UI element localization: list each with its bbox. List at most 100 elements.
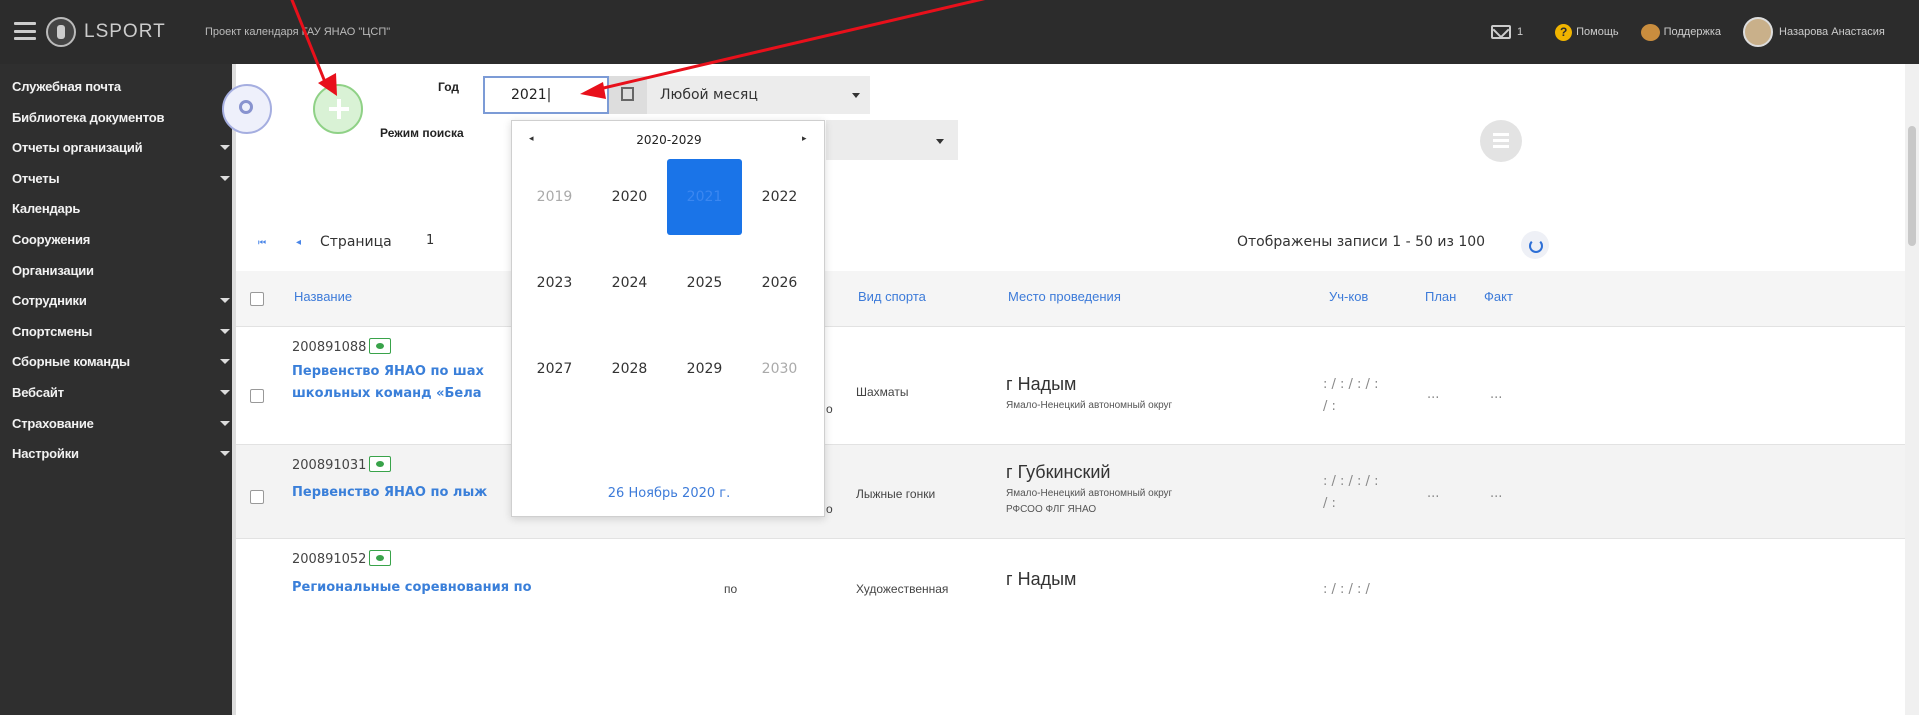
year-cell[interactable]: 2025 [667, 245, 742, 321]
sidebar-item[interactable]: Служебная почта [0, 71, 232, 102]
table-row[interactable]: 200891052 Региональные соревнования по п… [236, 539, 1905, 715]
column-header-plan[interactable]: План [1425, 289, 1456, 304]
sidebar-item[interactable]: Спортсмены [0, 316, 232, 347]
truncated-cell: о [826, 402, 833, 416]
table-row[interactable]: 200891088 Первенство ЯНАО по шах школьных… [236, 327, 1905, 445]
avatar[interactable] [1743, 17, 1773, 47]
caret-down-icon [220, 145, 230, 151]
year-cell-label: 2024 [611, 275, 648, 291]
help-link[interactable]: Помощь [1576, 26, 1619, 38]
sidebar-item-label: Спортсмены [12, 323, 93, 339]
search-button[interactable] [222, 84, 272, 134]
logo-text[interactable]: LSPORT [84, 21, 166, 43]
sidebar-item[interactable]: Организации [0, 255, 232, 286]
refresh-icon[interactable] [1521, 231, 1549, 259]
caret-down-icon [220, 451, 230, 457]
calendar-button[interactable] [609, 76, 647, 114]
today-link[interactable]: 26 Ноябрь 2020 г. [512, 486, 826, 501]
view-eye-icon[interactable] [369, 456, 392, 472]
truncated-cell: по [724, 582, 738, 596]
user-name[interactable]: Назарова Анастасия [1779, 26, 1919, 38]
sidebar-item[interactable]: Отчеты [0, 163, 232, 194]
year-cell[interactable]: 2028 [592, 331, 667, 407]
sidebar-item[interactable]: Вебсайт [0, 377, 232, 408]
row-checkbox[interactable] [250, 490, 264, 504]
year-cell-label: 2021 [686, 189, 723, 205]
table-row[interactable]: 200891031 Первенство ЯНАО по лыж о Лыжны… [236, 445, 1905, 539]
sidebar-item[interactable]: Сооружения [0, 224, 232, 255]
month-select-value: Любой месяц [660, 87, 758, 103]
calendar-icon [621, 87, 634, 101]
hamburger-menu-icon[interactable] [14, 22, 36, 40]
column-header-name[interactable]: Название [294, 289, 352, 304]
year-label: Год [438, 80, 459, 94]
sport-cell: Лыжные гонки [856, 487, 936, 501]
event-name-link[interactable]: Первенство ЯНАО по лыж [292, 482, 487, 504]
first-page-icon[interactable]: ⏮ [258, 238, 266, 248]
year-cell[interactable]: 2022 [742, 159, 817, 235]
support-link[interactable]: Поддержка [1664, 26, 1721, 38]
grid-header: Название Вид спорта Место проведения Уч-… [236, 271, 1905, 327]
page-number-input[interactable]: 1 [426, 233, 434, 248]
select-all-checkbox[interactable] [250, 292, 264, 306]
sidebar-item-label: Настройки [12, 446, 79, 462]
support-icon[interactable] [1640, 23, 1660, 41]
sidebar: Служебная почта Библиотека документов Отче… [0, 64, 232, 715]
year-cell[interactable]: 2030 [742, 331, 817, 407]
caret-down-icon [220, 175, 230, 181]
column-header-sport[interactable]: Вид спорта [858, 289, 926, 304]
month-select[interactable]: Любой месяц [647, 76, 870, 114]
year-cell[interactable]: 2023 [517, 245, 592, 321]
next-decade-icon[interactable]: ▸ [802, 134, 807, 144]
year-cell[interactable]: 2019 [517, 159, 592, 235]
year-cell-label: 2029 [686, 361, 723, 377]
project-title: Проект календаря ГАУ ЯНАО "ЦСП" [205, 26, 391, 38]
page-label: Страница [320, 234, 392, 250]
top-right-toolbar: 1 ? Помощь Поддержка Назарова Анастасия [1490, 0, 1919, 64]
sidebar-item[interactable]: Отчеты организаций [0, 132, 232, 163]
event-name-link[interactable]: Первенство ЯНАО по шах школьных команд «Б… [292, 361, 484, 405]
chevron-down-icon [936, 139, 944, 144]
year-cell[interactable]: 2024 [592, 245, 667, 321]
mail-count-badge[interactable]: 1 [1517, 26, 1523, 38]
scrollbar-thumb[interactable] [1908, 126, 1916, 246]
help-icon[interactable]: ? [1555, 23, 1573, 41]
decade-range[interactable]: 2020-2029 [512, 133, 826, 147]
add-button[interactable] [313, 84, 363, 134]
row-checkbox[interactable] [250, 389, 264, 403]
sidebar-item[interactable]: Страхование [0, 408, 232, 439]
search-mode-select[interactable] [826, 120, 958, 160]
year-input[interactable]: 2021| [483, 76, 609, 114]
sidebar-item[interactable]: Сборные команды [0, 346, 232, 377]
year-cell[interactable]: 2029 [667, 331, 742, 407]
row-id: 200891031 [292, 456, 392, 473]
column-header-participants[interactable]: Уч-ков [1329, 289, 1368, 304]
caret-down-icon [220, 389, 230, 395]
logo-icon[interactable] [46, 17, 76, 47]
sidebar-item-label: Сотрудники [12, 293, 87, 309]
venue-region: Ямало-Ненецкий автономный округ [1006, 400, 1173, 411]
pager: ⏮ ◂ Страница 1 Отображены записи 1 - 50 … [236, 224, 1905, 262]
year-cell[interactable]: 2021 [667, 159, 742, 235]
mail-icon[interactable] [1490, 25, 1511, 39]
sidebar-item[interactable]: Библиотека документов [0, 102, 232, 133]
view-eye-icon[interactable] [369, 338, 392, 354]
sidebar-item-label: Вебсайт [12, 384, 64, 400]
venue-city: г Губкинский [1006, 462, 1111, 482]
sidebar-item-label: Календарь [12, 201, 81, 217]
year-cell[interactable]: 2026 [742, 245, 817, 321]
prev-page-icon[interactable]: ◂ [296, 237, 301, 248]
year-cell[interactable]: 2027 [517, 331, 592, 407]
view-eye-icon[interactable] [369, 550, 392, 566]
column-header-fact[interactable]: Факт [1484, 289, 1513, 304]
year-cell[interactable]: 2020 [592, 159, 667, 235]
sidebar-item[interactable]: Настройки [0, 438, 232, 469]
sidebar-item-label: Организации [12, 262, 94, 278]
vertical-scrollbar[interactable] [1905, 64, 1919, 715]
sidebar-item-label: Отчеты [12, 170, 60, 186]
sidebar-item[interactable]: Сотрудники [0, 285, 232, 316]
sidebar-item[interactable]: Календарь [0, 193, 232, 224]
options-menu-button[interactable] [1480, 120, 1522, 162]
event-name-link[interactable]: Региональные соревнования по [292, 577, 532, 599]
column-header-venue[interactable]: Место проведения [1008, 289, 1121, 304]
